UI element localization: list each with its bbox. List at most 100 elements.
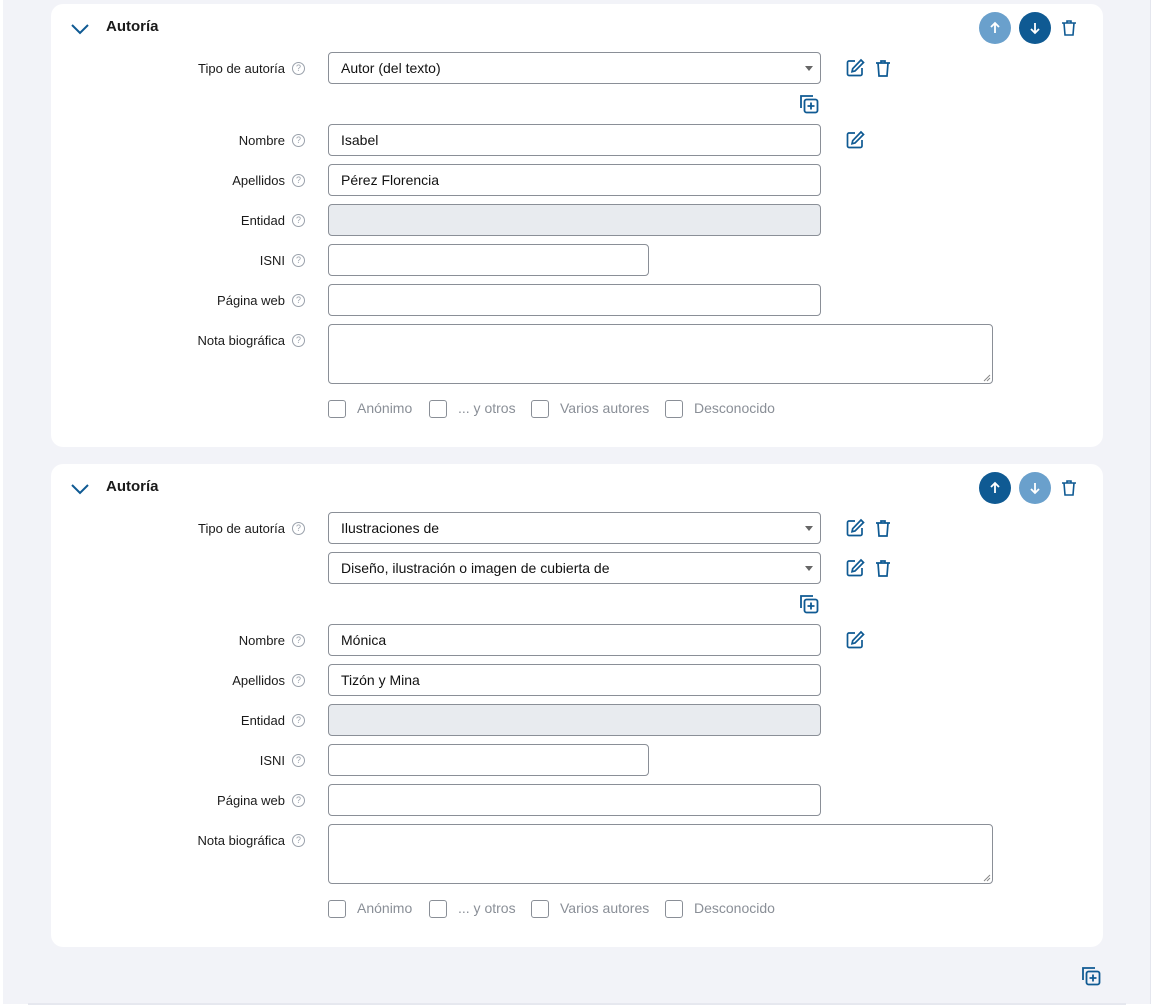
varios-autores-label: Varios autores (560, 400, 650, 416)
desconocido-checkbox[interactable] (665, 900, 683, 918)
apellidos-input[interactable]: Tizón y Mina (328, 664, 821, 696)
tipo-select[interactable]: Autor (del texto) (328, 52, 821, 84)
edit-icon[interactable] (844, 629, 866, 651)
nombre-label: Nombre (238, 633, 285, 648)
card-header: Autoría (51, 4, 1103, 52)
card-title: Autoría (106, 478, 159, 495)
authorship-card: Autoría Tipo de autoría ? Ilustraciones … (51, 464, 1103, 947)
anonimo-checkbox[interactable] (328, 900, 346, 918)
delete-section-trash-icon[interactable] (1059, 18, 1079, 38)
chevron-down-icon[interactable] (69, 478, 91, 500)
varios-autores-checkbox[interactable] (531, 900, 549, 918)
anonimo-label: Anónimo (357, 900, 413, 916)
arrow-up-icon (990, 481, 1000, 493)
y-otros-checkbox[interactable] (429, 900, 447, 918)
resize-grip-icon[interactable] (982, 873, 991, 882)
options-row: Anónimo ... y otros Varios autores Desco… (328, 399, 828, 419)
tipo-select[interactable]: Diseño, ilustración o imagen de cubierta… (328, 552, 821, 584)
card-title: Autoría (106, 18, 159, 35)
tipo-select-value: Autor (del texto) (341, 60, 441, 76)
trash-icon[interactable] (872, 57, 894, 79)
edit-icon[interactable] (844, 557, 866, 579)
arrow-down-icon (1030, 483, 1040, 495)
web-input[interactable] (328, 784, 821, 816)
edit-icon[interactable] (844, 517, 866, 539)
chevron-down-icon[interactable] (69, 18, 91, 40)
desconocido-label: Desconocido (694, 400, 775, 416)
help-icon[interactable]: ? (292, 674, 305, 687)
move-down-button[interactable] (1019, 12, 1051, 44)
caret-down-icon (805, 526, 813, 531)
anonimo-checkbox[interactable] (328, 400, 346, 418)
help-icon[interactable]: ? (292, 334, 305, 347)
nota-textarea[interactable] (328, 824, 993, 884)
trash-icon[interactable] (872, 517, 894, 539)
edit-icon[interactable] (844, 57, 866, 79)
nombre-value: Mónica (341, 632, 387, 648)
web-label: Página web (217, 793, 285, 808)
help-icon[interactable]: ? (292, 62, 305, 75)
help-icon[interactable]: ? (292, 794, 305, 807)
varios-autores-label: Varios autores (560, 900, 650, 916)
isni-label: ISNI (259, 253, 285, 268)
apellidos-label: Apellidos (232, 173, 285, 188)
nota-label: Nota biográfica (197, 333, 285, 348)
options-row: Anónimo ... y otros Varios autores Desco… (328, 899, 828, 919)
edit-icon[interactable] (844, 129, 866, 151)
arrow-up-icon (990, 21, 1000, 33)
nombre-value: Isabel (341, 132, 379, 148)
help-icon[interactable]: ? (292, 254, 305, 267)
isni-label: ISNI (259, 753, 285, 768)
help-icon[interactable]: ? (292, 714, 305, 727)
help-icon[interactable]: ? (292, 754, 305, 767)
delete-section-trash-icon[interactable] (1059, 478, 1079, 498)
apellidos-value: Tizón y Mina (341, 672, 420, 688)
tipo-select[interactable]: Ilustraciones de (328, 512, 821, 544)
entidad-label: Entidad (240, 713, 285, 728)
add-copy-icon[interactable] (797, 592, 821, 616)
help-icon[interactable]: ? (292, 294, 305, 307)
y-otros-checkbox[interactable] (429, 400, 447, 418)
apellidos-input[interactable]: Pérez Florencia (328, 164, 821, 196)
isni-input[interactable] (328, 744, 649, 776)
tipo-label: Tipo de autoría (198, 61, 285, 76)
web-label: Página web (217, 293, 285, 308)
web-input[interactable] (328, 284, 821, 316)
nombre-label: Nombre (238, 133, 285, 148)
nota-textarea[interactable] (328, 324, 993, 384)
authorship-card: Autoría Tipo de autoría ? Autor (del tex… (51, 4, 1103, 447)
help-icon[interactable]: ? (292, 174, 305, 187)
help-icon[interactable]: ? (292, 134, 305, 147)
nombre-input[interactable]: Isabel (328, 124, 821, 156)
help-icon[interactable]: ? (292, 214, 305, 227)
trash-icon[interactable] (872, 557, 894, 579)
y-otros-label: ... y otros (458, 900, 516, 916)
apellidos-value: Pérez Florencia (341, 172, 440, 188)
caret-down-icon (805, 566, 813, 571)
entidad-input (328, 704, 821, 736)
help-icon[interactable]: ? (292, 634, 305, 647)
resize-grip-icon[interactable] (982, 373, 991, 382)
move-up-button[interactable] (979, 12, 1011, 44)
nota-label: Nota biográfica (197, 833, 285, 848)
help-icon[interactable]: ? (292, 522, 305, 535)
help-icon[interactable]: ? (292, 834, 305, 847)
add-authorship-icon[interactable] (1079, 964, 1103, 988)
tipo-select-value: Ilustraciones de (341, 520, 440, 536)
entidad-input (328, 204, 821, 236)
tipo-label: Tipo de autoría (198, 521, 285, 536)
tipo-select-value: Diseño, ilustración o imagen de cubierta… (341, 560, 610, 576)
caret-down-icon (805, 66, 813, 71)
desconocido-checkbox[interactable] (665, 400, 683, 418)
nombre-input[interactable]: Mónica (328, 624, 821, 656)
move-up-button[interactable] (979, 472, 1011, 504)
varios-autores-checkbox[interactable] (531, 400, 549, 418)
isni-input[interactable] (328, 244, 649, 276)
anonimo-label: Anónimo (357, 400, 413, 416)
card-header: Autoría (51, 464, 1103, 512)
move-down-button[interactable] (1019, 472, 1051, 504)
add-copy-icon[interactable] (797, 92, 821, 116)
y-otros-label: ... y otros (458, 400, 516, 416)
entidad-label: Entidad (240, 213, 285, 228)
arrow-down-icon (1030, 23, 1040, 35)
